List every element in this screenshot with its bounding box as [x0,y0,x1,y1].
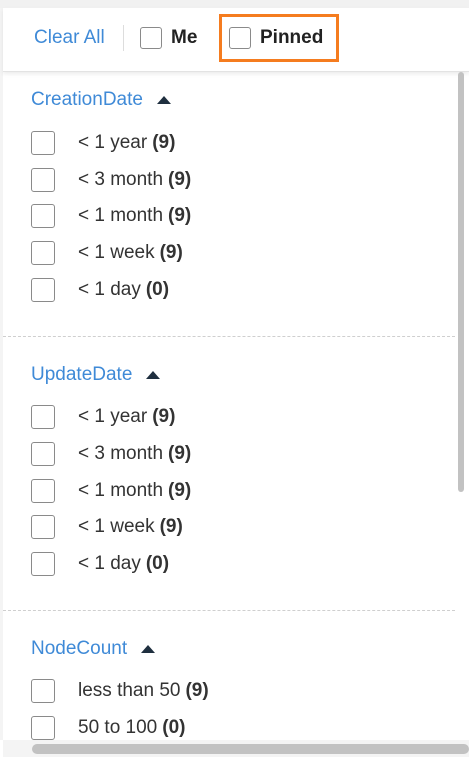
filter-option[interactable]: < 1 day (0) [31,552,169,576]
section-title: UpdateDate [31,364,133,385]
caret-up-icon[interactable] [146,371,161,379]
option-count: (0) [145,553,170,574]
filter-toolbar: Clear All Me Pinned [3,8,469,72]
section-title: CreationDate [31,89,143,110]
option-count: (0) [145,279,170,300]
option-checkbox[interactable] [31,204,55,228]
option-label: < 1 year (9) [78,132,176,153]
option-checkbox[interactable] [31,552,55,576]
caret-up-icon[interactable] [141,645,156,653]
option-count: (9) [152,406,176,427]
me-checkbox-box[interactable] [140,27,162,49]
section-header-nodecount[interactable]: NodeCount [31,638,156,660]
option-checkbox[interactable] [31,278,55,302]
section-title: NodeCount [31,638,128,659]
toolbar-divider [123,25,124,51]
option-label: < 1 month (9) [78,480,192,501]
option-count: (9) [168,443,192,464]
option-checkbox[interactable] [31,131,55,155]
option-count: (9) [185,680,209,701]
section-header-creationdate[interactable]: CreationDate [31,89,171,111]
option-label: < 1 week (9) [78,242,183,263]
option-checkbox[interactable] [31,442,55,466]
filter-option[interactable]: less than 50 (9) [31,679,209,703]
option-checkbox[interactable] [31,241,55,265]
filter-option[interactable]: < 1 year (9) [31,405,175,429]
option-label: < 1 day (0) [78,553,170,574]
section-header-updatedate[interactable]: UpdateDate [31,364,161,386]
filter-option[interactable]: 50 to 100 (0) [31,716,185,740]
filter-option[interactable]: < 3 month (9) [31,168,191,192]
filter-option[interactable]: < 1 week (9) [31,515,183,539]
option-checkbox[interactable] [31,168,55,192]
option-label: < 1 month (9) [78,205,192,226]
option-label: < 1 day (0) [78,279,170,300]
top-band [0,0,469,8]
pinned-checkbox-box[interactable] [229,27,251,49]
option-checkbox[interactable] [31,479,55,503]
filter-option[interactable]: < 1 day (0) [31,278,169,302]
option-label: less than 50 (9) [78,680,209,701]
option-count: (9) [168,169,192,190]
filter-option[interactable]: < 1 week (9) [31,241,183,265]
option-count: (9) [152,132,176,153]
pinned-label: Pinned [260,27,324,48]
vertical-scrollbar-thumb[interactable] [458,72,464,492]
filter-option[interactable]: < 1 month (9) [31,204,191,228]
option-label: < 1 week (9) [78,516,183,537]
filter-option[interactable]: < 1 month (9) [31,479,191,503]
option-checkbox[interactable] [31,515,55,539]
option-count: (9) [159,516,183,537]
clear-all-link[interactable]: Clear All [34,27,105,49]
panel-left-edge [0,8,3,740]
option-count: (9) [168,480,192,501]
filter-option[interactable]: < 3 month (9) [31,442,191,466]
section-divider [3,610,455,611]
me-filter-checkbox[interactable]: Me [140,27,197,49]
option-count: (9) [168,205,192,226]
option-label: < 1 year (9) [78,406,176,427]
option-label: < 3 month (9) [78,443,192,464]
option-label: < 3 month (9) [78,169,192,190]
option-count: (0) [162,717,186,738]
option-count: (9) [159,242,183,263]
option-checkbox[interactable] [31,679,55,703]
filter-option[interactable]: < 1 year (9) [31,131,175,155]
pinned-filter-checkbox[interactable]: Pinned [229,27,323,49]
option-checkbox[interactable] [31,405,55,429]
option-checkbox[interactable] [31,716,55,740]
caret-up-icon[interactable] [156,96,171,104]
horizontal-scrollbar-thumb[interactable] [32,744,469,754]
section-divider [3,336,455,337]
me-label: Me [171,27,198,48]
option-label: 50 to 100 (0) [78,717,186,738]
